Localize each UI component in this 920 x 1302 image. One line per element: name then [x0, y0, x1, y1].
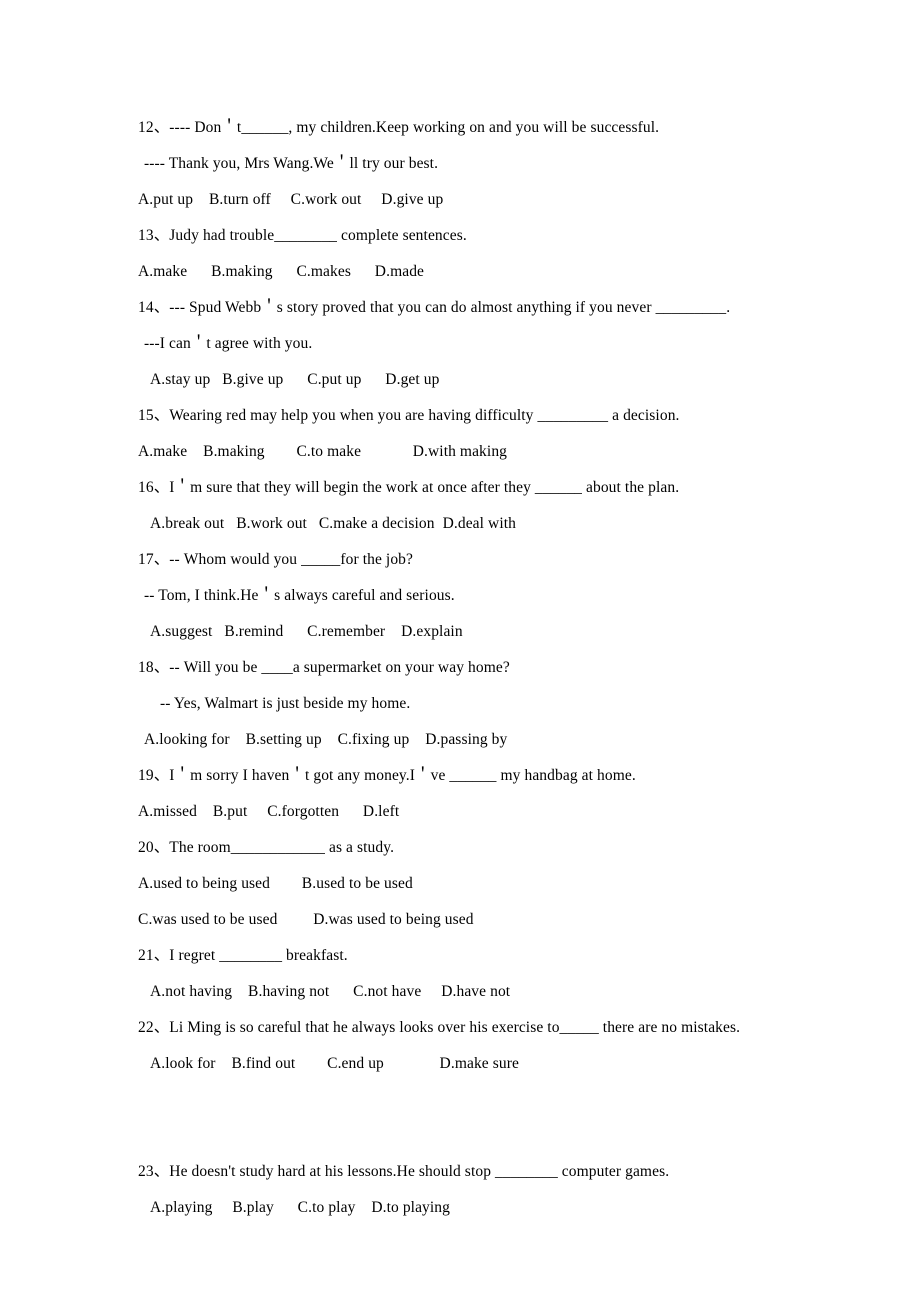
worksheet-line-q23-stem: 23、He doesn't study hard at his lessons.… [138, 1163, 670, 1180]
worksheet-line-q18-reply: -- Yes, Walmart is just beside my home. [160, 695, 411, 712]
worksheet-line-q12-options: A.put up B.turn off C.work out D.give up [138, 191, 444, 208]
worksheet-line-q20-options-ab: A.used to being used B.used to be used [138, 875, 413, 892]
worksheet-page: 12、---- Don＇t______, my children.Keep wo… [0, 0, 920, 1302]
worksheet-line-q15-stem: 15、Wearing red may help you when you are… [138, 407, 680, 424]
worksheet-line-q23-options: A.playing B.play C.to play D.to playing [150, 1199, 451, 1216]
worksheet-line-q14-reply: ---I can＇t agree with you. [144, 335, 313, 352]
worksheet-line-q16-options: A.break out B.work out C.make a decision… [150, 515, 516, 532]
worksheet-line-q17-stem: 17、-- Whom would you _____for the job? [138, 551, 414, 568]
worksheet-line-q14-stem: 14、--- Spud Webb＇s story proved that you… [138, 299, 731, 316]
worksheet-line-q17-reply: -- Tom, I think.He＇s always careful and … [144, 587, 455, 604]
worksheet-line-q15-options: A.make B.making C.to make D.with making [138, 443, 508, 460]
worksheet-line-q13-stem: 13、Judy had trouble________ complete sen… [138, 227, 467, 244]
worksheet-text-body: 12、---- Don＇t______, my children.Keep wo… [138, 110, 860, 1226]
worksheet-line-q12-reply: ---- Thank you, Mrs Wang.We＇ll try our b… [144, 155, 439, 172]
worksheet-line-q12-stem: 12、---- Don＇t______, my children.Keep wo… [138, 119, 660, 136]
worksheet-line-q20-options-cd: C.was used to be used D.was used to bein… [138, 911, 474, 928]
worksheet-line-q14-options: A.stay up B.give up C.put up D.get up [150, 371, 440, 388]
worksheet-line-q21-options: A.not having B.having not C.not have D.h… [150, 983, 511, 1000]
worksheet-line-q13-options: A.make B.making C.makes D.made [138, 263, 425, 280]
worksheet-line-q19-options: A.missed B.put C.forgotten D.left [138, 803, 400, 820]
worksheet-line-q20-stem: 20、The room____________ as a study. [138, 839, 395, 856]
worksheet-line-q22-options: A.look for B.find out C.end up D.make su… [150, 1055, 519, 1072]
worksheet-line-q18-stem: 18、-- Will you be ____a supermarket on y… [138, 659, 510, 676]
worksheet-line-q19-stem: 19、I＇m sorry I haven＇t got any money.I＇v… [138, 767, 636, 784]
worksheet-line-q18-options: A.looking for B.setting up C.fixing up D… [144, 731, 508, 748]
worksheet-line-q17-options: A.suggest B.remind C.remember D.explain [150, 623, 463, 640]
worksheet-line-q16-stem: 16、I＇m sure that they will begin the wor… [138, 479, 680, 496]
worksheet-line-q21-stem: 21、I regret ________ breakfast. [138, 947, 348, 964]
worksheet-line-q22-stem: 22、Li Ming is so careful that he always … [138, 1019, 741, 1036]
